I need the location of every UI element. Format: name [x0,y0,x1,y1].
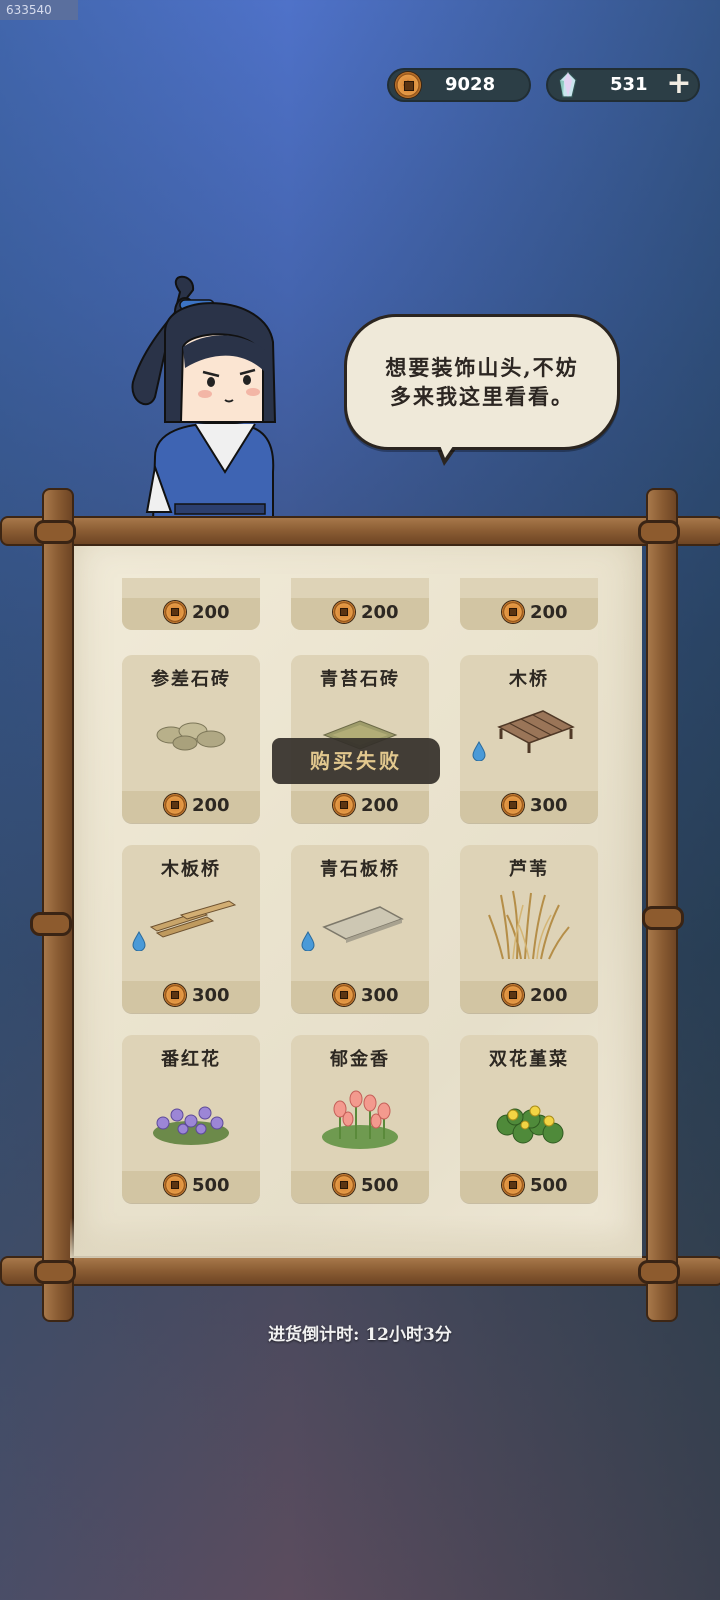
plank-bridge-icon [149,900,237,938]
item-name: 青苔石砖 [320,669,400,690]
rope-mid-right [642,906,684,930]
price-bar: 200 [122,598,260,630]
water-drop-icon [472,741,486,761]
item-price: 300 [361,985,399,1006]
coin-icon [164,601,186,623]
frame-bottom-log [0,1256,720,1286]
item-price: 200 [361,795,399,816]
shop-item-reeds[interactable]: 芦苇 200 [460,845,598,1013]
shop-item-wooden-bridge[interactable]: 木桥 300 [460,655,598,823]
shop-item-plank-bridge[interactable]: 木板桥 300 [122,845,260,1013]
shop-item-stone-slabs[interactable]: 参差石砖 200 [122,655,260,823]
shop-item-violet[interactable]: 双花堇菜 500 [460,1035,598,1203]
list-fade [70,1218,642,1258]
water-drop-icon [132,931,146,951]
coin-icon [502,601,524,623]
wooden-bridge-icon [497,710,575,753]
item-name: 木桥 [509,669,549,690]
stone-slabs-icon [156,722,226,751]
coin-icon [502,794,524,816]
frame-left-log [42,488,74,1322]
price-bar: 200 [291,598,429,630]
coin-icon [395,72,421,98]
item-price: 500 [361,1175,399,1196]
item-name: 参差石砖 [151,669,231,690]
coin-icon [164,984,186,1006]
item-name: 芦苇 [509,859,549,880]
coin-icon [333,1174,355,1196]
price-bar: 500 [460,1171,598,1203]
item-price: 200 [192,602,230,623]
frame-right-log [646,488,678,1322]
item-name: 郁金香 [330,1049,390,1070]
rope-top-right [638,520,680,544]
gem-balance: 531 + [546,68,700,102]
rope-bottom-left [34,1260,76,1284]
price-bar: 500 [122,1171,260,1203]
id-tag: 633540 [0,0,78,20]
rope-top-left [34,520,76,544]
coin-icon [164,794,186,816]
frame-top-log [0,516,720,546]
crocus-icon [153,1106,229,1145]
price-bar: 300 [122,981,260,1013]
rope-mid-left [30,912,72,936]
coin-icon [333,601,355,623]
item-name: 双花堇菜 [489,1049,569,1070]
speech-line-1: 想要装饰山头,不妨 [385,355,579,380]
item-price: 200 [361,602,399,623]
item-name: 青石板桥 [320,859,400,880]
price-bar: 200 [122,791,260,823]
coin-icon [164,1174,186,1196]
item-price: 300 [192,985,230,1006]
coin-icon [502,1174,524,1196]
speech-bubble: 想要装饰山头,不妨 多来我这里看看。 [344,314,620,450]
crystal-icon [559,71,577,98]
price-bar: 500 [291,1171,429,1203]
water-drop-icon [301,931,315,951]
item-price: 200 [530,985,568,1006]
price-bar: 200 [291,791,429,823]
shop-item-tulip[interactable]: 郁金香 500 [291,1035,429,1203]
speech-tail-fill [434,430,464,458]
restock-timer: 进货倒计时: 12小时3分 [268,1325,452,1345]
rope-bottom-right [638,1260,680,1284]
coin-balance: 9028 [387,68,531,102]
shopkeeper-avatar [131,275,277,522]
item-name: 番红花 [161,1049,221,1070]
shop-item-crocus[interactable]: 番红花 500 [122,1035,260,1203]
item-price: 300 [530,795,568,816]
speech-text: 想要装饰山头,不妨 多来我这里看看。 [347,353,617,411]
shop-item-partial[interactable]: 200 [460,578,598,630]
gem-count: 531 [610,74,648,95]
price-bar: 200 [460,981,598,1013]
coin-icon [502,984,524,1006]
item-price: 200 [530,602,568,623]
add-gems-button[interactable]: + [664,69,694,100]
speech-line-2: 多来我这里看看。 [390,384,574,409]
item-price: 500 [192,1175,230,1196]
shop-item-partial[interactable]: 200 [122,578,260,630]
coin-count: 9028 [445,74,496,95]
item-price: 200 [192,795,230,816]
item-price: 500 [530,1175,568,1196]
shop-item-bluestone-bridge[interactable]: 青石板桥 300 [291,845,429,1013]
tulip-icon [322,1090,398,1149]
bluestone-bridge-icon [322,906,404,943]
violet-icon [496,1105,564,1144]
coin-icon [333,794,355,816]
coin-icon [333,984,355,1006]
price-bar: 300 [460,791,598,823]
item-name: 木板桥 [161,859,221,880]
reeds-icon [488,890,570,960]
price-bar: 300 [291,981,429,1013]
shop-item-partial[interactable]: 200 [291,578,429,630]
price-bar: 200 [460,598,598,630]
purchase-failed-toast: 购买失败 [272,738,440,784]
